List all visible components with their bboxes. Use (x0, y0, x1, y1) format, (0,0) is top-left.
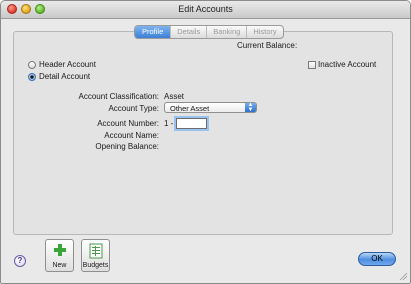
current-balance-label: Current Balance (237, 41, 295, 50)
tab-bar: Profile Details Banking History (134, 25, 284, 39)
inactive-account-checkbox[interactable] (308, 61, 316, 69)
plus-icon (54, 244, 66, 256)
spreadsheet-icon (89, 243, 103, 259)
window-title: Edit Accounts (178, 4, 233, 14)
current-balance-value: : (295, 41, 298, 50)
ok-button[interactable]: OK (358, 252, 396, 266)
account-number-label: Account Number: (97, 119, 159, 128)
new-button[interactable]: New (45, 239, 74, 272)
tab-details[interactable]: Details (170, 26, 206, 38)
edit-accounts-window: Edit Accounts Profile Details Banking Hi… (0, 0, 411, 284)
account-type-label: Account Type: (108, 104, 159, 113)
tab-history[interactable]: History (246, 26, 282, 38)
tab-profile[interactable]: Profile (135, 26, 171, 38)
header-account-radio[interactable] (28, 61, 36, 69)
account-classification-label: Account Classification: (78, 92, 159, 101)
title-bar: Edit Accounts (1, 1, 410, 19)
budgets-button[interactable]: Budgets (81, 239, 110, 272)
detail-account-radio[interactable] (28, 73, 36, 81)
detail-account-label: Detail Account (39, 72, 91, 81)
account-number-input[interactable] (176, 118, 207, 129)
account-type-value: Other Asset (170, 104, 210, 113)
tab-banking[interactable]: Banking (206, 26, 246, 38)
up-down-arrows-icon: ▲ ▼ (245, 102, 256, 113)
account-classification-value: Asset (164, 92, 185, 101)
opening-balance-label: Opening Balance: (95, 142, 159, 151)
inactive-account-label: Inactive Account (318, 60, 377, 69)
help-icon[interactable]: ? (14, 255, 26, 267)
account-number-prefix: 1 - (164, 119, 174, 128)
budgets-button-label: Budgets (82, 262, 109, 269)
account-type-select[interactable]: Other Asset ▲ ▼ (164, 102, 257, 113)
new-button-label: New (52, 262, 67, 269)
account-name-label: Account Name: (104, 131, 159, 140)
resize-grip-icon[interactable] (399, 272, 407, 280)
header-account-label: Header Account (39, 60, 96, 69)
